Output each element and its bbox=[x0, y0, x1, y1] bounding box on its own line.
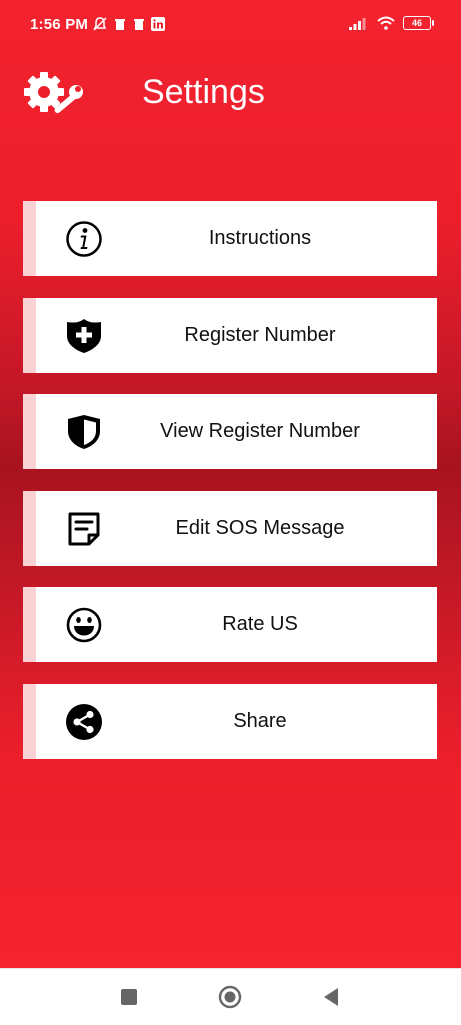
muted-bell-icon bbox=[93, 17, 107, 31]
menu-item-label: Edit SOS Message bbox=[175, 516, 345, 539]
home-button[interactable] bbox=[218, 985, 242, 1009]
battery-level: 46 bbox=[411, 18, 422, 28]
status-time: 1:56 PM bbox=[30, 16, 89, 33]
menu-item-label: Share bbox=[233, 709, 287, 732]
menu-item-label: Register Number bbox=[184, 323, 336, 346]
linkedin-icon bbox=[151, 17, 165, 31]
menu-item-register-number[interactable]: Register Number bbox=[23, 297, 437, 373]
recent-apps-button[interactable] bbox=[117, 985, 141, 1009]
app-screen: 1:56 PM 46 Settings Instructions Registe… bbox=[0, 0, 461, 968]
system-navigation-bar bbox=[0, 968, 461, 1025]
signal-icon bbox=[349, 18, 366, 30]
menu-item-instructions[interactable]: Instructions bbox=[23, 201, 437, 276]
wifi-icon bbox=[377, 16, 395, 30]
menu-item-rate-us[interactable]: Rate US bbox=[23, 587, 437, 662]
settings-wrench-gear-icon bbox=[24, 72, 83, 114]
menu-item-label: View Register Number bbox=[160, 420, 360, 442]
battery-icon: 46 bbox=[403, 16, 434, 30]
menu-item-view-register-number[interactable]: View Register Number bbox=[23, 394, 437, 469]
page-title: Settings bbox=[142, 73, 265, 111]
status-bar: 1:56 PM 46 bbox=[0, 0, 461, 50]
settings-menu: Instructions Register Number View Regist… bbox=[23, 201, 437, 780]
trash-icon bbox=[134, 19, 144, 30]
system-icons: 46 bbox=[349, 16, 434, 30]
notification-icons bbox=[92, 16, 165, 32]
menu-item-share[interactable]: Share bbox=[23, 683, 437, 759]
back-button[interactable] bbox=[320, 985, 344, 1009]
menu-item-edit-sos-message[interactable]: Edit SOS Message bbox=[23, 490, 437, 566]
menu-item-label: Instructions bbox=[208, 227, 312, 249]
header: Settings bbox=[0, 60, 461, 130]
trash-icon bbox=[115, 19, 125, 30]
menu-item-label: Rate US bbox=[222, 613, 298, 635]
